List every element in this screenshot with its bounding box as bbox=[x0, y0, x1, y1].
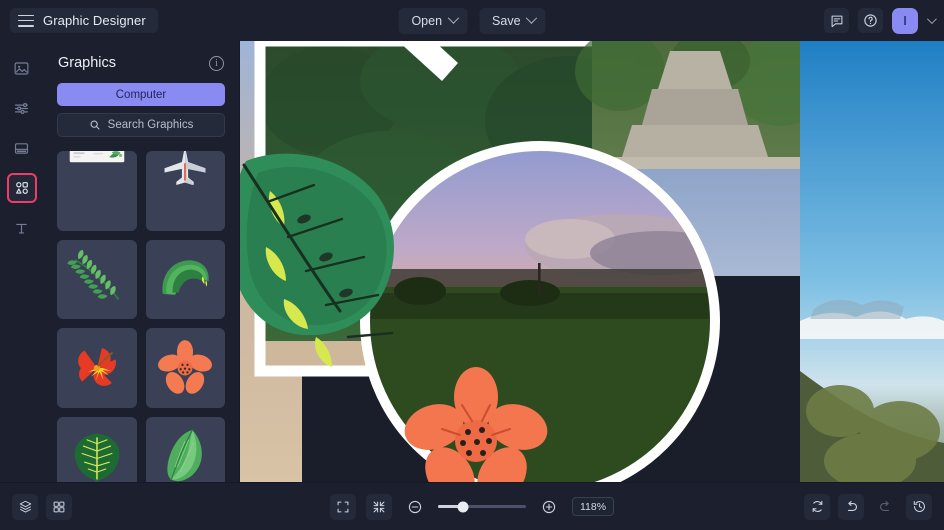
zoom-in-icon[interactable] bbox=[536, 494, 562, 520]
history-icon[interactable] bbox=[906, 493, 932, 520]
fit-to-screen-icon[interactable] bbox=[366, 493, 392, 520]
sidebar-item-adjust[interactable] bbox=[7, 93, 37, 123]
sidebar-item-text[interactable] bbox=[7, 213, 37, 243]
search-icon bbox=[90, 120, 100, 130]
zoom-controls: 118% bbox=[330, 493, 614, 520]
info-icon[interactable]: i bbox=[209, 55, 224, 71]
graphics-panel: Graphics i Computer Search Graphics bbox=[43, 41, 240, 482]
sidebar-item-photos[interactable] bbox=[7, 53, 37, 83]
bottom-right-actions bbox=[804, 493, 932, 520]
hamburger-icon bbox=[18, 14, 34, 27]
zoom-slider-thumb[interactable] bbox=[457, 501, 469, 512]
redo-icon[interactable] bbox=[872, 494, 898, 520]
layers-icon[interactable] bbox=[12, 493, 38, 520]
main-body: Graphics i Computer Search Graphics bbox=[0, 41, 944, 482]
grid-icon[interactable] bbox=[46, 493, 72, 520]
sidebar-item-graphics[interactable] bbox=[6, 173, 37, 203]
avatar-initial: I bbox=[903, 13, 907, 28]
account-chevron-down-icon[interactable] bbox=[926, 14, 937, 25]
save-label: Save bbox=[492, 13, 521, 28]
sidebar-item-layouts[interactable] bbox=[7, 133, 37, 163]
fullscreen-icon[interactable] bbox=[330, 493, 356, 520]
page-title: Graphics bbox=[58, 55, 117, 71]
undo-icon[interactable] bbox=[838, 493, 864, 520]
collage-artwork bbox=[240, 41, 944, 482]
graphic-thumb-orange-flower[interactable] bbox=[145, 328, 225, 408]
help-icon[interactable] bbox=[858, 8, 883, 33]
open-label: Open bbox=[411, 13, 443, 28]
bottom-left-actions bbox=[12, 493, 72, 520]
center-toolbar: Open Save bbox=[398, 7, 546, 34]
zoom-level[interactable]: 118% bbox=[572, 497, 614, 516]
chevron-down-icon bbox=[447, 12, 459, 24]
artboard[interactable] bbox=[240, 41, 944, 482]
graphic-thumb-airplane[interactable] bbox=[145, 151, 225, 231]
top-right-actions: I bbox=[824, 7, 937, 34]
app-title: Graphic Designer bbox=[43, 13, 146, 28]
tool-rail bbox=[0, 41, 43, 482]
source-computer-button[interactable]: Computer bbox=[57, 83, 225, 106]
reset-icon[interactable] bbox=[804, 493, 830, 520]
graphic-thumb-curved-leaves[interactable] bbox=[145, 239, 225, 319]
panel-header: Graphics i bbox=[43, 41, 239, 79]
comment-icon[interactable] bbox=[824, 8, 849, 33]
graphic-thumb-single-leaf[interactable] bbox=[145, 416, 225, 482]
zoom-out-icon[interactable] bbox=[402, 494, 428, 520]
app-menu-button[interactable]: Graphic Designer bbox=[10, 8, 158, 33]
bottom-bar: 118% bbox=[0, 482, 944, 530]
search-input[interactable]: Search Graphics bbox=[57, 113, 225, 137]
zoom-slider[interactable] bbox=[438, 501, 526, 512]
top-bar: Graphic Designer Open Save I bbox=[0, 0, 944, 41]
graphic-thumb-label-sticker[interactable] bbox=[57, 151, 137, 231]
graphic-thumb-palm-frond[interactable] bbox=[57, 239, 137, 319]
graphics-grid bbox=[57, 151, 225, 482]
save-button[interactable]: Save bbox=[479, 7, 546, 34]
chevron-down-icon bbox=[525, 12, 538, 24]
graphics-scroll-area[interactable] bbox=[43, 145, 239, 482]
canvas-area[interactable] bbox=[240, 41, 944, 482]
open-button[interactable]: Open bbox=[398, 7, 468, 34]
app-root: Graphic Designer Open Save I Graphics i … bbox=[0, 0, 944, 530]
graphic-thumb-red-hibiscus[interactable] bbox=[57, 328, 137, 408]
avatar[interactable]: I bbox=[892, 7, 918, 34]
search-placeholder: Search Graphics bbox=[107, 119, 194, 131]
graphic-thumb-fern-leaf[interactable] bbox=[57, 416, 137, 482]
